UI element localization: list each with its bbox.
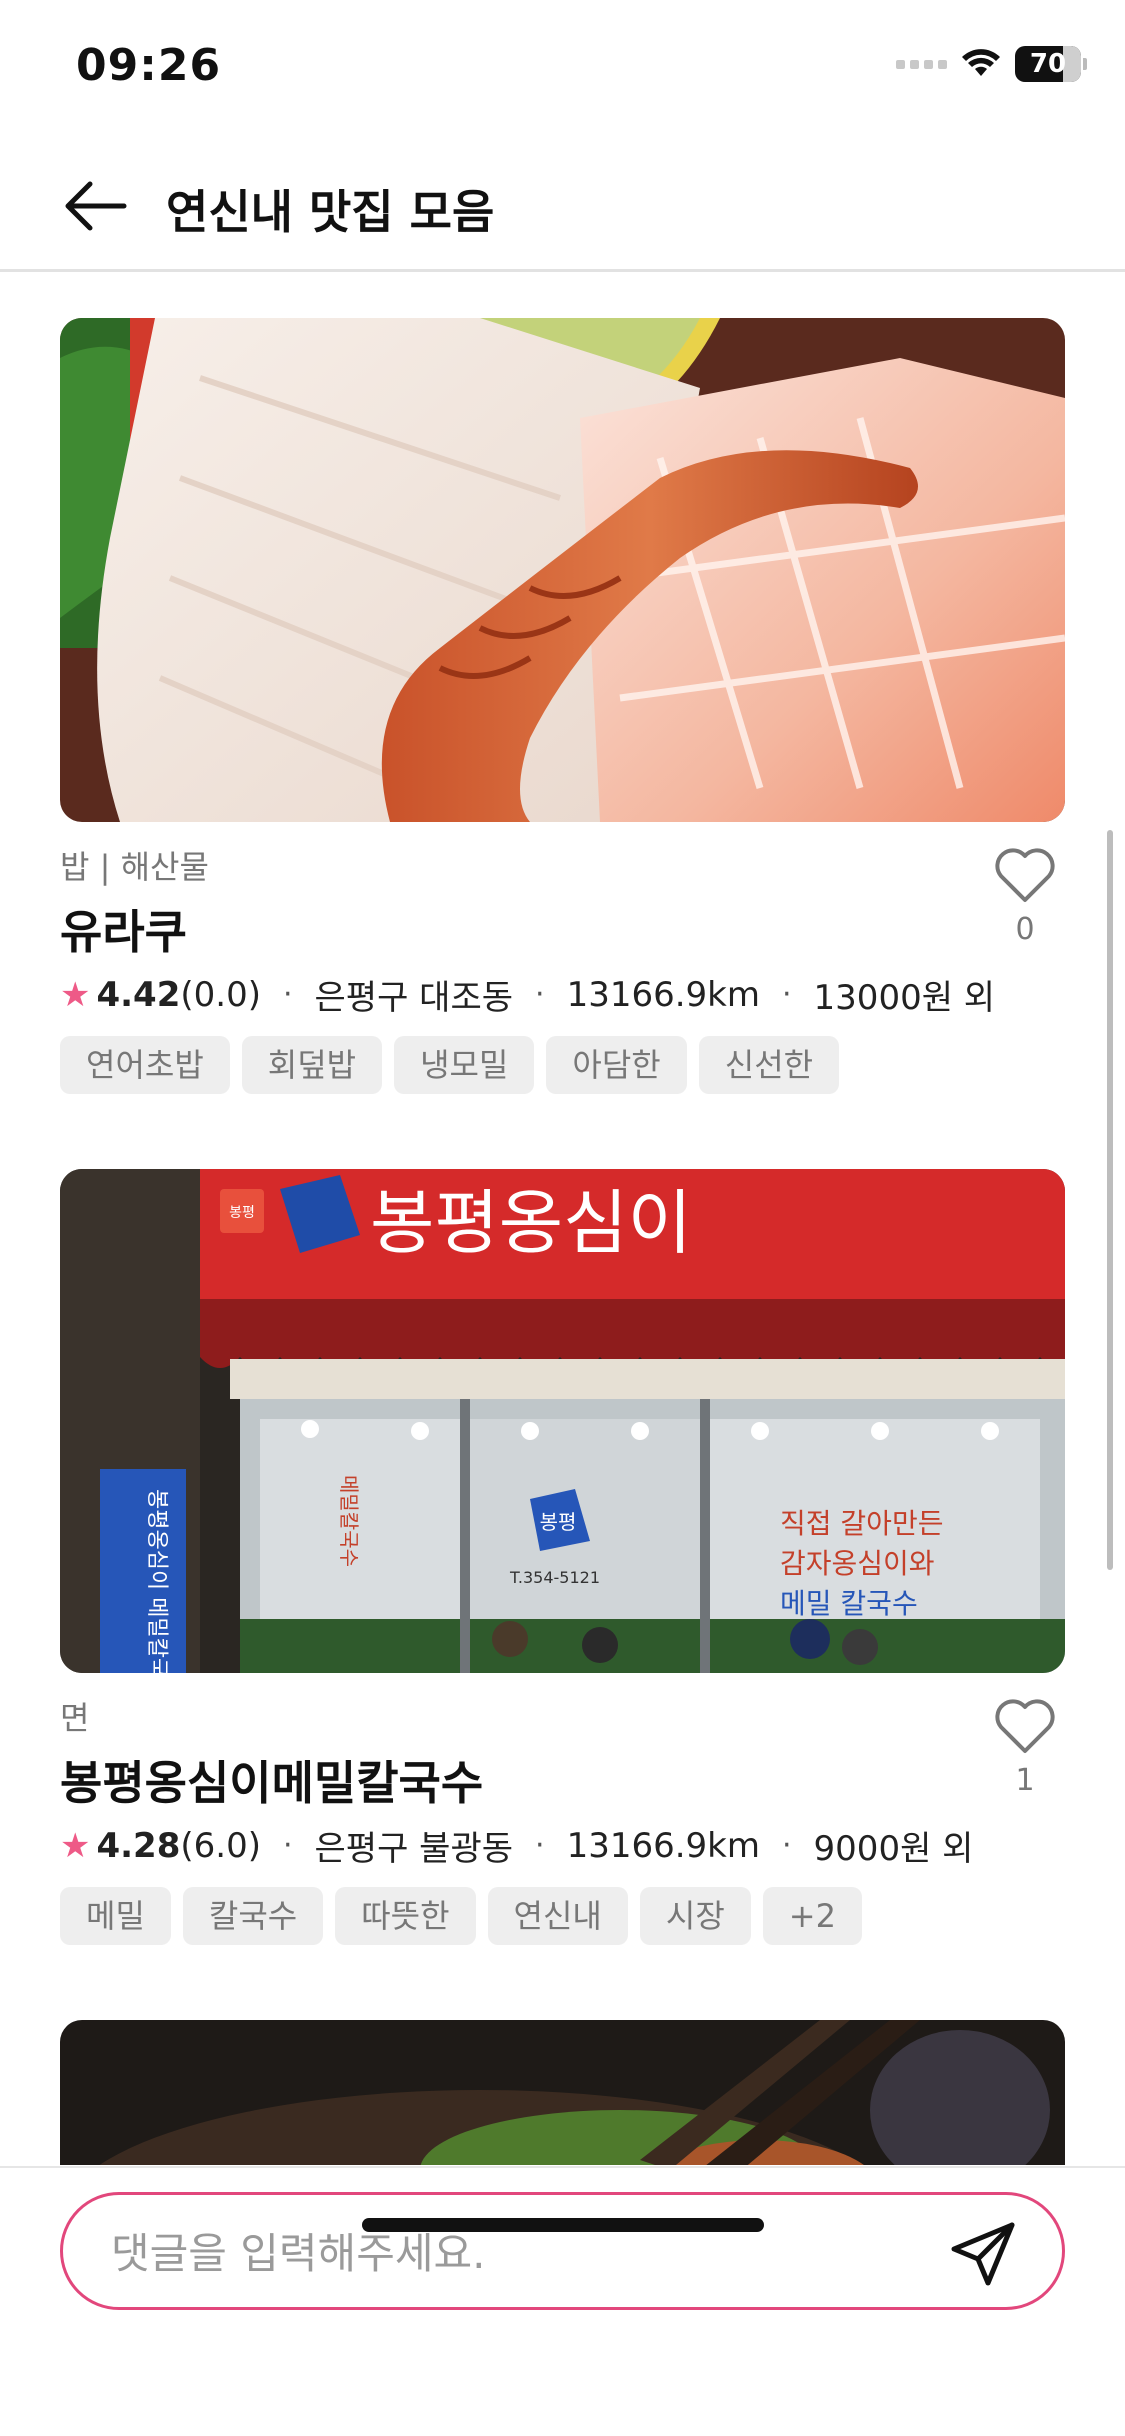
restaurant-list: 밥 | 해산물 유라쿠 0 ★ 4.42 (0.0) · 은평구 대조동 · 1… <box>0 275 1125 2165</box>
separator-dot: · <box>782 1828 792 1863</box>
tag-chip[interactable]: 연어초밥 <box>60 1036 230 1094</box>
heart-icon <box>995 1699 1055 1753</box>
separator-dot: · <box>535 977 545 1012</box>
tag-chip[interactable]: 연신내 <box>487 1887 628 1945</box>
restaurant-photo[interactable] <box>60 2020 1065 2165</box>
price: 9000원 외 <box>813 1829 974 1869</box>
like-button[interactable]: 1 <box>985 1697 1065 1798</box>
review-count: (6.0) <box>180 1825 261 1866</box>
location: 은평구 대조동 <box>314 978 514 1018</box>
cellular-signal-icon <box>896 59 947 69</box>
rating-value: 4.28 <box>96 1825 181 1866</box>
banner-text: 봉평옹심이 메밀칼국수 <box>144 1489 169 1673</box>
window-right-text-2: 감자옹심이와 <box>780 1547 935 1580</box>
restaurant-photo[interactable] <box>60 318 1065 822</box>
price: 13000원 외 <box>813 978 996 1018</box>
like-count: 0 <box>1015 912 1035 947</box>
restaurant-card[interactable]: 봉평 봉평옹심이 봉평옹심이 메밀칼국수 메밀칼국수 봉평 T.354-5121… <box>60 1169 1065 1949</box>
review-count: (0.0) <box>180 974 261 1015</box>
sign-large-text: 봉평옹심이 <box>370 1182 692 1264</box>
window-right-text-1: 직접 갈아만든 <box>780 1507 943 1540</box>
restaurant-card[interactable] <box>60 2020 1065 2165</box>
tag-chip[interactable]: 칼국수 <box>182 1887 324 1945</box>
status-time: 09:26 <box>76 40 222 91</box>
comment-bar <box>0 2166 1125 2436</box>
status-icons: 70 <box>896 46 1087 82</box>
like-count: 1 <box>1015 1763 1035 1798</box>
comment-box <box>60 2192 1065 2310</box>
restaurant-name: 봉평옹심이메밀칼국수 <box>60 1756 484 1810</box>
tag-chip[interactable]: 회덮밥 <box>241 1036 383 1094</box>
window-phone-text: T.354-5121 <box>509 1568 600 1587</box>
tag-chip[interactable]: 신선한 <box>698 1036 840 1094</box>
back-arrow-icon <box>65 181 127 231</box>
star-icon: ★ <box>60 1825 91 1866</box>
sign-small-text: 봉평 <box>229 1205 255 1221</box>
send-icon <box>951 2222 1015 2286</box>
window-logo-text: 봉평 <box>540 1510 577 1534</box>
restaurant-category: 밥 | 해산물 <box>60 848 209 886</box>
tag-chip[interactable]: 냉모밀 <box>394 1036 535 1094</box>
restaurant-card[interactable]: 밥 | 해산물 유라쿠 0 ★ 4.42 (0.0) · 은평구 대조동 · 1… <box>60 318 1065 1098</box>
tag-chip[interactable]: 따뜻한 <box>335 1887 476 1945</box>
window-right-text-3: 메밀 칼국수 <box>780 1587 918 1620</box>
separator-dot: · <box>782 977 792 1012</box>
home-indicator <box>362 2218 764 2232</box>
location: 은평구 불광동 <box>314 1829 514 1869</box>
restaurant-meta: ★ 4.28 (6.0) · 은평구 불광동 · 13166.9km · 900… <box>60 1821 973 1870</box>
back-button[interactable] <box>58 174 132 238</box>
separator-dot: · <box>282 977 293 1012</box>
send-button[interactable] <box>948 2219 1018 2289</box>
tag-more-chip[interactable]: +2 <box>762 1887 862 1945</box>
rating-value: 4.42 <box>96 974 181 1015</box>
distance: 13166.9km <box>566 974 760 1015</box>
restaurant-photo[interactable]: 봉평 봉평옹심이 봉평옹심이 메밀칼국수 메밀칼국수 봉평 T.354-5121… <box>60 1169 1065 1673</box>
battery-level: 70 <box>1029 49 1067 79</box>
wifi-icon <box>962 49 1000 76</box>
like-button[interactable]: 0 <box>985 846 1065 947</box>
scrollbar[interactable] <box>1107 830 1113 1570</box>
comment-input[interactable] <box>111 2223 931 2283</box>
window-left-text: 메밀칼국수 <box>337 1475 361 1567</box>
status-bar: 09:26 70 <box>0 0 1125 135</box>
separator-dot: · <box>282 1828 293 1863</box>
tag-list: 연어초밥 회덮밥 냉모밀 아담한 신선한 <box>60 1036 840 1094</box>
tag-chip[interactable]: 아담한 <box>546 1036 687 1094</box>
restaurant-meta: ★ 4.42 (0.0) · 은평구 대조동 · 13166.9km · 130… <box>60 970 995 1019</box>
page-title: 연신내 맛집 모음 <box>166 185 495 239</box>
star-icon: ★ <box>60 974 91 1015</box>
restaurant-name: 유라쿠 <box>60 905 187 959</box>
battery-icon: 70 <box>1015 46 1087 82</box>
tag-list: 메밀 칼국수 따뜻한 연신내 시장 +2 <box>60 1887 862 1945</box>
app-header: 연신내 맛집 모음 <box>0 140 1125 272</box>
separator-dot: · <box>535 1828 545 1863</box>
tag-chip[interactable]: 메밀 <box>60 1887 171 1945</box>
distance: 13166.9km <box>566 1825 760 1866</box>
tag-chip[interactable]: 시장 <box>639 1887 751 1945</box>
heart-icon <box>995 848 1055 902</box>
restaurant-category: 면 <box>60 1699 90 1737</box>
